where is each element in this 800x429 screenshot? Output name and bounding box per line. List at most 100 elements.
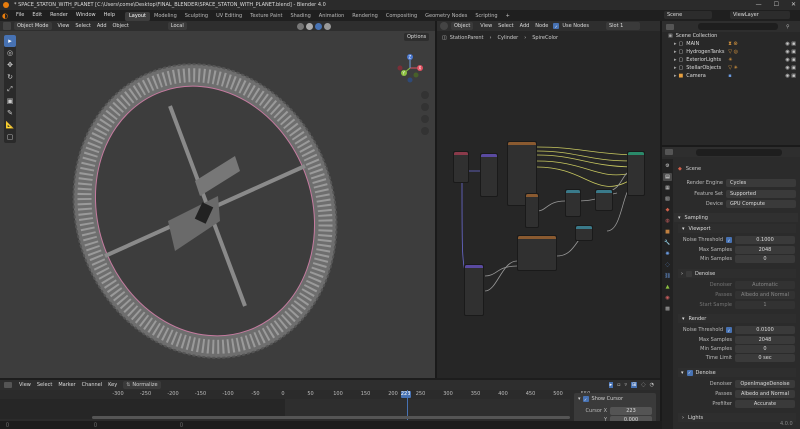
normalize-toggle[interactable]: ⇅ Normalize xyxy=(123,381,161,389)
rotate-tool-icon[interactable]: ↻ xyxy=(4,71,16,83)
scale-tool-icon[interactable]: ⤢ xyxy=(4,83,16,95)
timeline-menu-select[interactable]: Select xyxy=(34,380,55,390)
timeline-menu-view[interactable]: View xyxy=(16,380,34,390)
menu-help[interactable]: Help xyxy=(100,10,119,21)
auto-snap-icon[interactable]: ⊞ xyxy=(631,382,638,388)
wireframe-shading-icon[interactable] xyxy=(296,22,304,30)
viewport-menu-object[interactable]: Object xyxy=(110,21,132,31)
close-button[interactable]: ✕ xyxy=(791,1,796,8)
cursor-x-field[interactable]: 223 xyxy=(610,407,652,415)
maximize-button[interactable]: ☐ xyxy=(774,1,779,8)
visibility-icon[interactable]: ◉ ▣ xyxy=(785,57,796,63)
node-color-ramp[interactable] xyxy=(525,193,539,228)
timeline-menu-key[interactable]: Key xyxy=(105,380,120,390)
max-samples-field[interactable]: 2048 xyxy=(735,246,795,254)
rendered-shading-icon[interactable] xyxy=(323,22,331,30)
filter-icon[interactable]: ⚲ xyxy=(786,24,790,30)
annotate-tool-icon[interactable]: ✎ xyxy=(4,107,16,119)
node-mapping[interactable] xyxy=(480,153,498,197)
noise-threshold-checkbox[interactable]: ✓ xyxy=(726,237,732,243)
options-dropdown[interactable]: Options xyxy=(404,33,430,41)
cursor-tool-icon[interactable]: ◎ xyxy=(4,47,16,59)
scene-selector[interactable]: Scene xyxy=(664,11,712,19)
measure-tool-icon[interactable]: 📐 xyxy=(4,119,16,131)
proportional-edit-icon[interactable]: ◌ xyxy=(641,382,645,388)
denoise-vp-subpanel-header[interactable]: › Denoise xyxy=(678,269,796,278)
particles-tab-icon[interactable]: ✺ xyxy=(663,250,672,258)
noise-threshold-render-checkbox[interactable]: ✓ xyxy=(726,327,732,333)
outliner-search-input[interactable] xyxy=(698,23,778,30)
solid-shading-icon[interactable] xyxy=(305,22,313,30)
tab-animation[interactable]: Animation xyxy=(315,12,349,21)
lights-subpanel-header[interactable]: › Lights xyxy=(678,413,796,422)
viewport-menu-view[interactable]: View xyxy=(55,21,73,31)
properties-editor-icon[interactable] xyxy=(665,149,673,155)
tool-tab-icon[interactable]: ⚙ xyxy=(663,162,672,170)
viewport-subpanel-header[interactable]: ▾ Viewport xyxy=(678,224,796,233)
tab-modeling[interactable]: Modeling xyxy=(150,12,181,21)
node-texture-coordinate[interactable] xyxy=(453,151,469,183)
outliner-item-camera[interactable]: ▸ ■ Camera ▪ ◉ ▣ xyxy=(662,72,800,80)
select-tool-icon[interactable]: ▸ xyxy=(4,35,16,47)
menu-edit[interactable]: Edit xyxy=(28,10,46,21)
scene-tab-icon[interactable]: ◆ xyxy=(663,206,672,214)
render-engine-dropdown[interactable]: Cycles xyxy=(726,179,796,187)
denoiser-dropdown[interactable]: Automatic xyxy=(735,281,795,289)
node-geometry[interactable] xyxy=(464,264,484,316)
timeline-editor-icon[interactable] xyxy=(4,382,12,388)
material-tab-icon[interactable]: ◉ xyxy=(663,294,672,302)
node-image-texture[interactable] xyxy=(517,235,557,271)
min-samples-render-field[interactable]: 0 xyxy=(735,345,795,353)
noise-threshold-field[interactable]: 0.1000 xyxy=(735,236,795,244)
outliner-editor-icon[interactable] xyxy=(666,23,674,30)
max-samples-render-field[interactable]: 2048 xyxy=(735,336,795,344)
viewlayer-selector[interactable]: ViewLayer xyxy=(730,11,790,19)
node-mix-shader-a[interactable] xyxy=(565,189,581,217)
minimize-button[interactable]: — xyxy=(756,1,762,8)
sampling-panel-header[interactable]: ▾ Sampling xyxy=(674,213,798,222)
show-cursor-checkbox[interactable]: ✓ xyxy=(582,396,589,402)
node-math[interactable] xyxy=(575,225,593,241)
scene-collection-row[interactable]: ▣ Scene Collection xyxy=(662,32,800,40)
current-frame-indicator[interactable]: 223 xyxy=(400,391,411,398)
output-tab-icon[interactable]: ▦ xyxy=(663,184,672,192)
tab-layout[interactable]: Layout xyxy=(125,11,150,21)
denoiser-render-dropdown[interactable]: OpenImageDenoise xyxy=(735,380,795,388)
tab-shading[interactable]: Shading xyxy=(286,12,314,21)
feature-set-dropdown[interactable]: Supported xyxy=(726,190,796,198)
add-workspace-icon[interactable]: + xyxy=(502,13,514,19)
tab-uv-editing[interactable]: UV Editing xyxy=(212,12,246,21)
timeline-menu-channel[interactable]: Channel xyxy=(79,380,106,390)
tab-rendering[interactable]: Rendering xyxy=(348,12,382,21)
view-layer-tab-icon[interactable]: ▧ xyxy=(663,195,672,203)
editor-type-icon[interactable] xyxy=(3,22,11,30)
add-cube-tool-icon[interactable]: ▢ xyxy=(4,131,16,143)
viewport-menu-add[interactable]: Add xyxy=(94,21,110,31)
texture-tab-icon[interactable]: ▩ xyxy=(663,305,672,313)
transform-tool-icon[interactable]: ▣ xyxy=(4,95,16,107)
3d-viewport[interactable]: Object Mode View Select Add Object Local… xyxy=(0,21,435,378)
visibility-icon[interactable]: ◉ ▣ xyxy=(785,41,796,47)
physics-tab-icon[interactable]: ◌ xyxy=(663,261,672,269)
tab-geometry-nodes[interactable]: Geometry Nodes xyxy=(421,12,471,21)
viewport-menu-select[interactable]: Select xyxy=(72,21,93,31)
constraints-tab-icon[interactable]: ⛓ xyxy=(663,272,672,280)
tab-sculpting[interactable]: Sculpting xyxy=(181,12,212,21)
time-limit-field[interactable]: 0 sec xyxy=(735,354,795,362)
render-subpanel-header[interactable]: ▾ Render xyxy=(678,314,796,323)
passes-render-dropdown[interactable]: Albedo and Normal xyxy=(735,390,795,398)
tab-texture-paint[interactable]: Texture Paint xyxy=(246,12,286,21)
timeline-menu-marker[interactable]: Marker xyxy=(55,380,78,390)
overlay-icon[interactable]: ◔ xyxy=(650,382,654,388)
filter-icon[interactable]: ▿ xyxy=(625,382,628,388)
frame-ruler[interactable]: -300 -250 -200 -150 -100 -50 0 50 100 150 200 250 30… xyxy=(0,390,590,399)
shader-node-editor[interactable]: Object View Select Add Node ✓ Use Nodes … xyxy=(437,21,660,378)
data-tab-icon[interactable]: ▲ xyxy=(663,283,672,291)
outliner-item-exteriorlights[interactable]: ▸ ▢ ExteriorLights ✳ ◉ ▣ xyxy=(662,56,800,64)
prefilter-dropdown[interactable]: Accurate xyxy=(735,400,795,408)
properties-search-input[interactable] xyxy=(696,148,782,156)
transform-orientation-dropdown[interactable]: Local xyxy=(167,22,187,30)
navigation-gizmo[interactable]: Z X Y xyxy=(392,47,432,137)
node-material-output[interactable] xyxy=(627,151,645,196)
tab-compositing[interactable]: Compositing xyxy=(382,12,421,21)
